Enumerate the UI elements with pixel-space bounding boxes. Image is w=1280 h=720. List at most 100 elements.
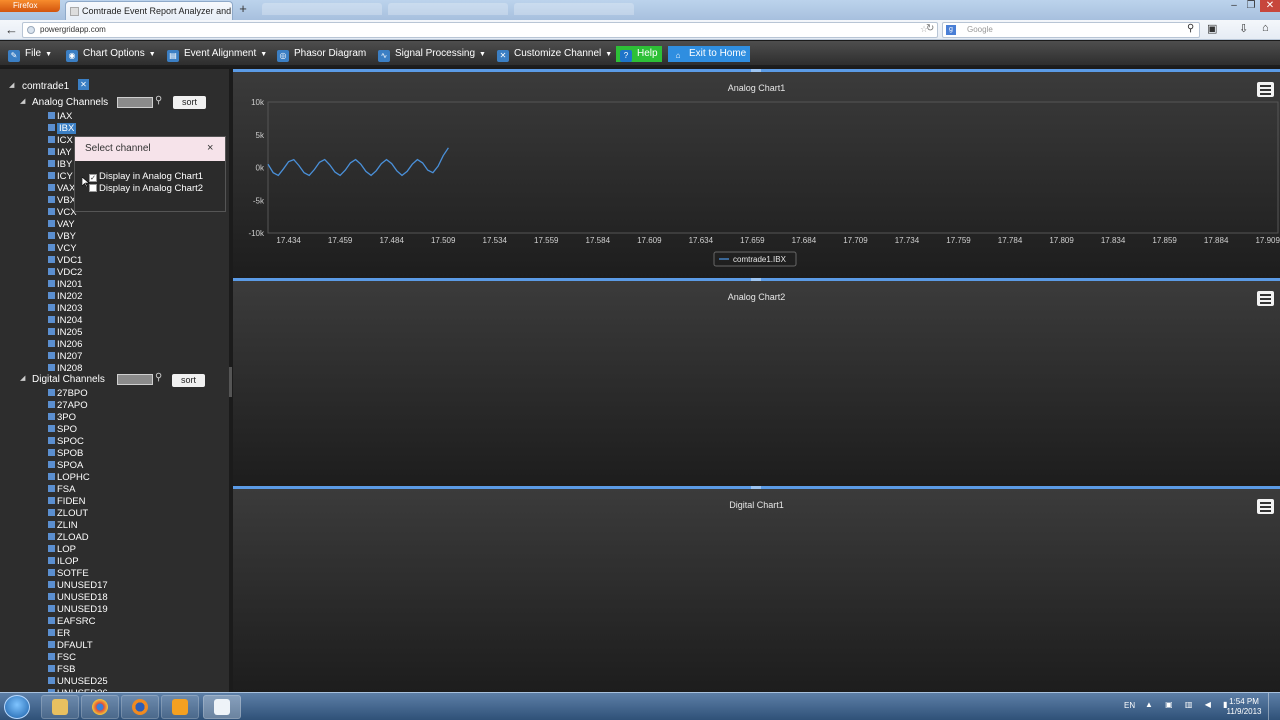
channel-item[interactable]: ICY (48, 171, 73, 183)
close-icon[interactable]: × (207, 142, 213, 154)
panel-resize-grip[interactable] (751, 278, 761, 281)
maximize-button[interactable]: ❐ (1243, 0, 1259, 12)
channel-item[interactable]: 3PO (48, 412, 76, 424)
channel-item[interactable]: 27APO (48, 400, 88, 412)
channel-item[interactable]: IN207 (48, 351, 82, 363)
channel-item[interactable]: IAX (48, 111, 72, 123)
collapse-triangle-icon[interactable]: ◢ (20, 374, 25, 382)
digital-sort-button[interactable]: sort (172, 374, 205, 387)
channel-item[interactable]: VAY (48, 219, 75, 231)
collapse-triangle-icon[interactable]: ◢ (20, 97, 25, 105)
checkbox-analog-chart1[interactable]: ✓ (89, 174, 97, 182)
option-analog-chart2[interactable]: Display in Analog Chart2 (89, 183, 203, 194)
channel-item[interactable]: LOP (48, 544, 76, 556)
channel-item[interactable]: UNUSED19 (48, 604, 108, 616)
channel-item[interactable]: SPO (48, 424, 77, 436)
channel-item[interactable]: IN201 (48, 279, 82, 291)
channel-item[interactable]: IBY (48, 159, 72, 171)
digital-group-label[interactable]: Digital Channels (32, 374, 105, 385)
downloads-icon[interactable]: ⇩ (1239, 22, 1248, 35)
new-tab-button[interactable]: + (236, 2, 250, 16)
channel-item[interactable]: ZLOAD (48, 532, 89, 544)
channel-item[interactable]: SOTFE (48, 568, 89, 580)
analog-chart1-plot[interactable]: 10k 5k 0k -5k -10k 17.434 17.459 17.484 17.509 17… (233, 72, 1280, 278)
taskbar-media[interactable] (161, 695, 199, 719)
panel-resize-grip[interactable] (751, 486, 761, 489)
search-engine-icon[interactable]: g (946, 25, 956, 35)
background-tab[interactable] (262, 3, 382, 15)
channel-item[interactable]: VDC2 (48, 267, 82, 279)
channel-item[interactable]: FIDEN (48, 496, 86, 508)
system-tray-icons[interactable]: ▲ ▣ ▥ ◀ ▮ (1145, 700, 1232, 709)
close-window-button[interactable]: ✕ (1260, 0, 1280, 12)
channel-item[interactable]: IAY (48, 147, 72, 159)
url-bar[interactable]: powergridapp.com ☆ ↻ (22, 22, 938, 38)
taskbar-chrome[interactable] (81, 695, 119, 719)
analog-group-label[interactable]: Analog Channels (32, 97, 108, 108)
clock[interactable]: 1:54 PM 11/9/2013 (1224, 697, 1264, 717)
channel-item[interactable]: IN205 (48, 327, 82, 339)
option-analog-chart1[interactable]: ✓ Display in Analog Chart1 (89, 171, 203, 182)
channel-item[interactable]: ZLOUT (48, 508, 88, 520)
channel-item[interactable]: ER (48, 628, 70, 640)
analog-filter-input[interactable] (117, 97, 153, 108)
menu-help[interactable]: ? Help (616, 46, 662, 62)
url-text[interactable]: powergridapp.com (40, 25, 106, 34)
channel-item[interactable]: IN206 (48, 339, 82, 351)
home-icon[interactable]: ⌂ (1262, 22, 1269, 34)
channel-item[interactable]: VCY (48, 243, 77, 255)
chart-menu-icon[interactable] (1257, 291, 1274, 306)
channel-item[interactable]: SPOC (48, 436, 84, 448)
channel-item[interactable]: LOPHC (48, 472, 90, 484)
menu-file[interactable]: ✎ File ▼ (8, 46, 52, 62)
menu-chart-options[interactable]: ◉ Chart Options ▼ (66, 46, 156, 62)
channel-item[interactable]: VDC1 (48, 255, 82, 267)
background-tab[interactable] (514, 3, 634, 15)
menu-customize-channel[interactable]: ✕ Customize Channel ▼ (497, 46, 612, 62)
tab-comtrade-analyzer[interactable]: Comtrade Event Report Analyzer and Vie..… (65, 1, 233, 20)
channel-item[interactable]: FSC (48, 652, 76, 664)
bookmarks-icon[interactable]: ▣ (1207, 22, 1217, 35)
taskbar-explorer[interactable] (41, 695, 79, 719)
firefox-menu-button[interactable]: Firefox (0, 0, 60, 12)
channel-item[interactable]: IN202 (48, 291, 82, 303)
menu-phasor-diagram[interactable]: ◎ Phasor Diagram (277, 46, 366, 62)
channel-item[interactable]: FSB (48, 664, 75, 676)
channel-item[interactable]: ZLIN (48, 520, 78, 532)
search-input[interactable]: Google (967, 25, 993, 34)
search-icon[interactable]: ⚲ (155, 95, 162, 106)
menu-exit-to-home[interactable]: ⌂ Exit to Home (668, 46, 751, 62)
remove-file-icon[interactable]: ✕ (78, 79, 89, 90)
channel-item[interactable]: IBX (48, 123, 77, 135)
taskbar-firefox[interactable] (121, 695, 159, 719)
chart-menu-icon[interactable] (1257, 499, 1274, 514)
channel-item[interactable]: UNUSED17 (48, 580, 108, 592)
channel-item[interactable]: ILOP (48, 556, 79, 568)
checkbox-analog-chart2[interactable] (89, 184, 97, 192)
digital-filter-input[interactable] (117, 374, 153, 385)
channel-item[interactable]: IN203 (48, 303, 82, 315)
channel-item[interactable]: 27BPO (48, 388, 88, 400)
channel-item[interactable]: VCX (48, 207, 77, 219)
channel-item[interactable]: DFAULT (48, 640, 93, 652)
channel-item[interactable]: EAFSRC (48, 616, 96, 628)
channel-item[interactable]: VAX (48, 183, 75, 195)
search-icon[interactable]: ⚲ (1187, 23, 1194, 34)
taskbar-window[interactable] (203, 695, 241, 719)
channel-item[interactable]: SPOA (48, 460, 83, 472)
reload-icon[interactable]: ↻ (926, 23, 934, 34)
search-bar[interactable]: g Google ⚲ (942, 22, 1200, 38)
channel-item[interactable]: IN204 (48, 315, 82, 327)
show-desktop-button[interactable] (1268, 693, 1280, 720)
back-arrow-icon[interactable]: ← (5, 23, 18, 36)
analog-sort-button[interactable]: sort (173, 96, 206, 109)
channel-item[interactable]: ICX (48, 135, 73, 147)
channel-item[interactable]: VBX (48, 195, 76, 207)
channel-item[interactable]: FSA (48, 484, 75, 496)
tree-root-label[interactable]: comtrade1 (22, 81, 69, 92)
channel-item[interactable]: UNUSED18 (48, 592, 108, 604)
start-button[interactable] (4, 695, 30, 719)
splitter-grip[interactable] (229, 367, 232, 397)
language-indicator[interactable]: EN (1124, 701, 1135, 710)
menu-event-alignment[interactable]: ▤ Event Alignment ▼ (167, 46, 267, 62)
